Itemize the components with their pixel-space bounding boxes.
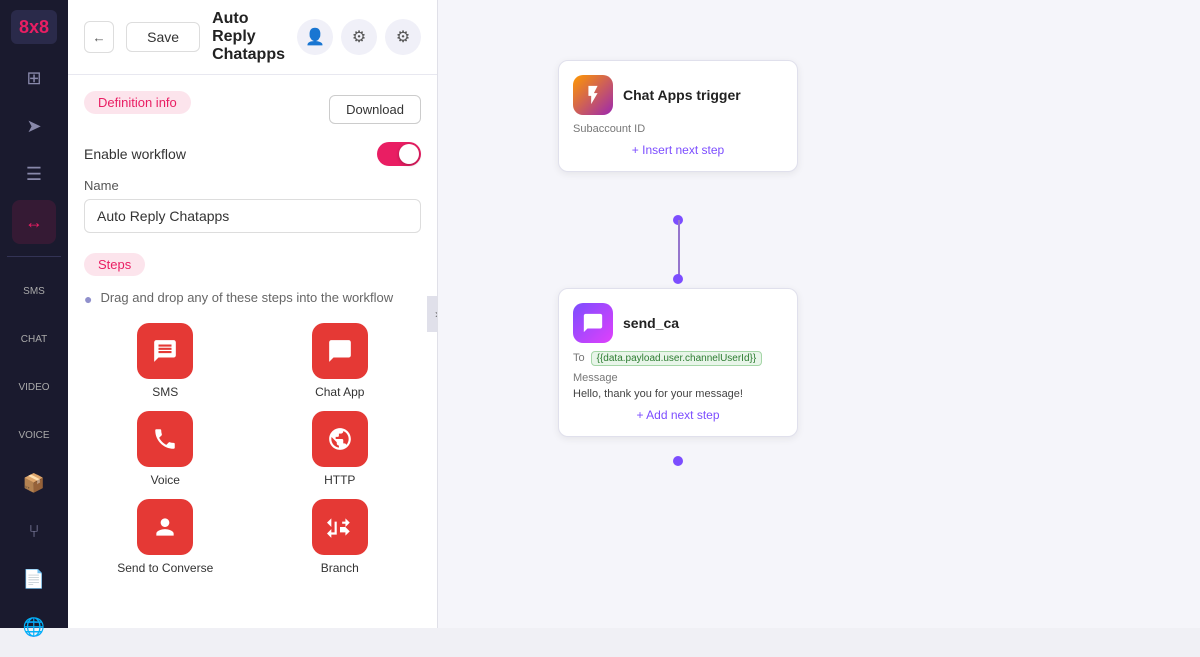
add-next-step-btn[interactable]: + Add next step [573,408,783,422]
send-to-value: {{data.payload.user.channelUserId}} [591,351,763,366]
panel-expand-handle[interactable]: › [427,296,438,332]
send-to-converse-step-label: Send to Converse [117,561,213,575]
panel-content: Definition info Download Enable workflow… [68,75,437,628]
workflow-canvas: Chat Apps trigger Subaccount ID + Insert… [438,0,1200,628]
chat-app-step-label: Chat App [315,385,364,399]
download-button[interactable]: Download [329,95,421,124]
page-title: Auto Reply Chatapps [212,10,285,64]
http-step-label: HTTP [324,473,355,487]
branch-step-label: Branch [321,561,359,575]
steps-badge: Steps [84,253,145,276]
enable-label: Enable workflow [84,146,186,162]
user-icon-button[interactable]: 👤 [297,19,333,55]
http-step-icon[interactable] [312,411,368,467]
workflow-icon[interactable]: ↔ [12,200,56,244]
sidebar-item-workflow[interactable]: ↔ [12,200,56,244]
left-panel: ← Save Auto Reply Chatapps 👤 ⚙ ⚙ Definit… [68,0,438,628]
back-button[interactable]: ← [84,21,114,53]
step-send-to-converse[interactable]: Send to Converse [84,499,247,575]
step-voice[interactable]: Voice [84,411,247,487]
hint-icon: ● [84,291,92,307]
step-sms[interactable]: SMS [84,323,247,399]
globe-icon[interactable]: 🌐 [12,605,56,649]
trigger-node[interactable]: Chat Apps trigger Subaccount ID + Insert… [558,60,798,172]
connector-line [678,220,680,276]
send-to-converse-step-icon[interactable] [137,499,193,555]
grid-icon[interactable]: ⊞ [12,56,56,100]
name-field-label: Name [84,178,421,193]
trigger-node-title: Chat Apps trigger [623,87,741,103]
connector-dot-bottom [673,274,683,284]
branch-icon[interactable]: ⑂ [12,509,56,553]
steps-section: Steps ● Drag and drop any of these steps… [84,253,421,575]
video-nav-icon[interactable]: VIDEO [12,365,56,409]
voice-step-icon[interactable] [137,411,193,467]
name-input[interactable] [84,199,421,233]
sidebar-item-voice[interactable]: VOICE [12,413,56,457]
send-node-header: send_ca [573,303,783,343]
connector-dot-end [673,456,683,466]
trigger-subaccount-label: Subaccount ID [573,123,783,135]
sidebar-item-sms[interactable]: SMS [12,269,56,313]
steps-hint-text: Drag and drop any of these steps into th… [100,290,393,305]
send-message-value: Hello, thank you for your message! [573,388,783,400]
sms-nav-icon[interactable]: SMS [12,269,56,313]
send-message-label: Message [573,372,783,384]
box-icon[interactable]: 📦 [12,461,56,505]
sms-step-label: SMS [152,385,178,399]
step-http[interactable]: HTTP [259,411,422,487]
branch-step-icon[interactable] [312,499,368,555]
voice-step-label: Voice [151,473,180,487]
definition-badge: Definition info [84,91,191,114]
chat-nav-icon[interactable]: CHAT [12,317,56,361]
send-node-title: send_ca [623,315,679,331]
app-logo: 8x8 [11,10,57,44]
enable-toggle[interactable] [377,142,421,166]
sidebar-item-video[interactable]: VIDEO [12,365,56,409]
step-branch[interactable]: Branch [259,499,422,575]
config-button[interactable]: ⚙ [385,19,421,55]
send-node-icon [573,303,613,343]
panel-header: ← Save Auto Reply Chatapps 👤 ⚙ ⚙ [68,0,437,75]
trigger-insert-btn[interactable]: + Insert next step [573,143,783,157]
trigger-node-icon [573,75,613,115]
send-icon[interactable]: ➤ [12,104,56,148]
definition-header: Definition info Download [84,91,421,128]
steps-hint: ● Drag and drop any of these steps into … [84,290,421,307]
list-icon[interactable]: ☰ [12,152,56,196]
header-actions: 👤 ⚙ ⚙ [297,19,421,55]
settings-button[interactable]: ⚙ [341,19,377,55]
enable-workflow-row: Enable workflow [84,142,421,166]
sidebar-item-list[interactable]: ☰ [12,152,56,196]
steps-grid: SMS Chat App Voice [84,323,421,575]
step-chat-app[interactable]: Chat App [259,323,422,399]
save-button[interactable]: Save [126,22,200,52]
trigger-node-header: Chat Apps trigger [573,75,783,115]
voice-nav-icon[interactable]: VOICE [12,413,56,457]
send-node[interactable]: send_ca To {{data.payload.user.channelUs… [558,288,798,437]
workflow-canvas-area: Chat Apps trigger Subaccount ID + Insert… [438,0,1200,628]
doc-icon[interactable]: 📄 [12,557,56,601]
sms-step-icon[interactable] [137,323,193,379]
chat-app-step-icon[interactable] [312,323,368,379]
sidebar-item-grid[interactable]: ⊞ [12,56,56,100]
send-to-label: To [573,352,585,364]
sidebar-item-send[interactable]: ➤ [12,104,56,148]
sidebar: 8x8 ⊞ ➤ ☰ ↔ SMS CHAT VIDEO VOICE 📦 ⑂ 📄 🌐 [0,0,68,628]
sidebar-item-chat[interactable]: CHAT [12,317,56,361]
